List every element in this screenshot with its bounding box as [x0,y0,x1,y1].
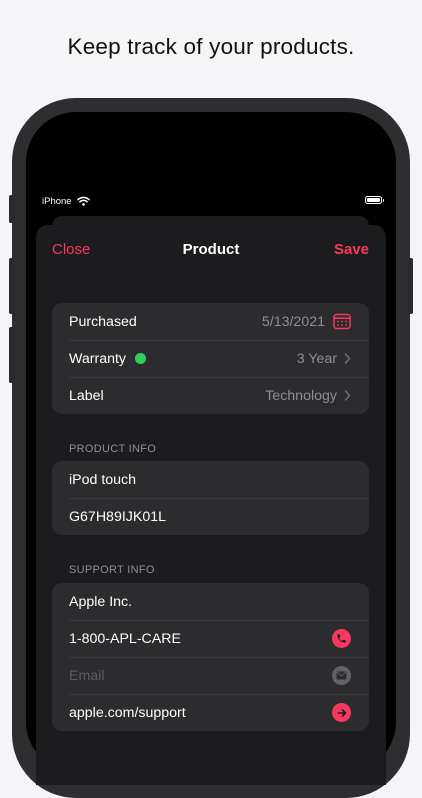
purchased-label: Purchased [69,313,137,330]
serial-number-field[interactable]: G67H89IJK01L [52,498,369,535]
phone-field[interactable]: 1-800-APL-CARE [52,620,369,657]
email-field[interactable]: Email [52,657,369,694]
website-value: apple.com/support [69,704,186,721]
chevron-right-icon [344,390,351,401]
carrier-label: iPhone [42,195,72,207]
product-sheet: Close Product Save Purchased 5/13/2021 W… [36,225,386,785]
company-value: Apple Inc. [69,593,133,610]
purchased-date: 5/13/2021 [261,313,325,330]
phone-icon[interactable] [332,629,351,648]
status-bar: iPhone [42,195,384,207]
product-info-header: PRODUCT INFO [69,443,157,455]
side-button-volume-down [9,327,14,383]
label-label: Label [69,387,104,404]
support-info-group: Apple Inc. 1-800-APL-CARE Email apple.co… [52,583,369,731]
website-field[interactable]: apple.com/support [52,694,369,731]
details-group: Purchased 5/13/2021 Warranty 3 Year Labe… [52,303,369,414]
envelope-icon[interactable] [332,666,351,685]
company-field[interactable]: Apple Inc. [52,583,369,620]
side-button-power [408,258,413,314]
label-row[interactable]: Label Technology [52,377,369,414]
caption: Keep track of your products. [67,34,355,59]
serial-number-value: G67H89IJK01L [69,508,167,525]
warranty-row[interactable]: Warranty 3 Year [52,340,369,377]
side-button-silent [9,195,14,223]
warranty-status-indicator [135,353,147,364]
calendar-icon[interactable] [333,313,351,330]
arrow-right-icon[interactable] [332,703,351,722]
product-name-value: iPod touch [69,471,137,488]
label-value: Technology [265,387,337,404]
warranty-value: 3 Year [296,350,337,367]
purchased-row[interactable]: Purchased 5/13/2021 [52,303,369,340]
side-button-volume-up [9,258,14,314]
product-name-field[interactable]: iPod touch [52,461,369,498]
chevron-right-icon [344,353,351,364]
phone-value: 1-800-APL-CARE [69,630,181,647]
warranty-label: Warranty [69,350,127,367]
support-info-header: SUPPORT INFO [69,564,155,576]
wifi-icon [76,196,90,206]
product-info-group: iPod touch G67H89IJK01L [52,461,369,535]
email-placeholder: Email [69,667,105,684]
battery-icon [365,196,384,204]
save-button[interactable]: Save [334,241,369,258]
navigation-bar: Close Product Save [36,225,386,273]
